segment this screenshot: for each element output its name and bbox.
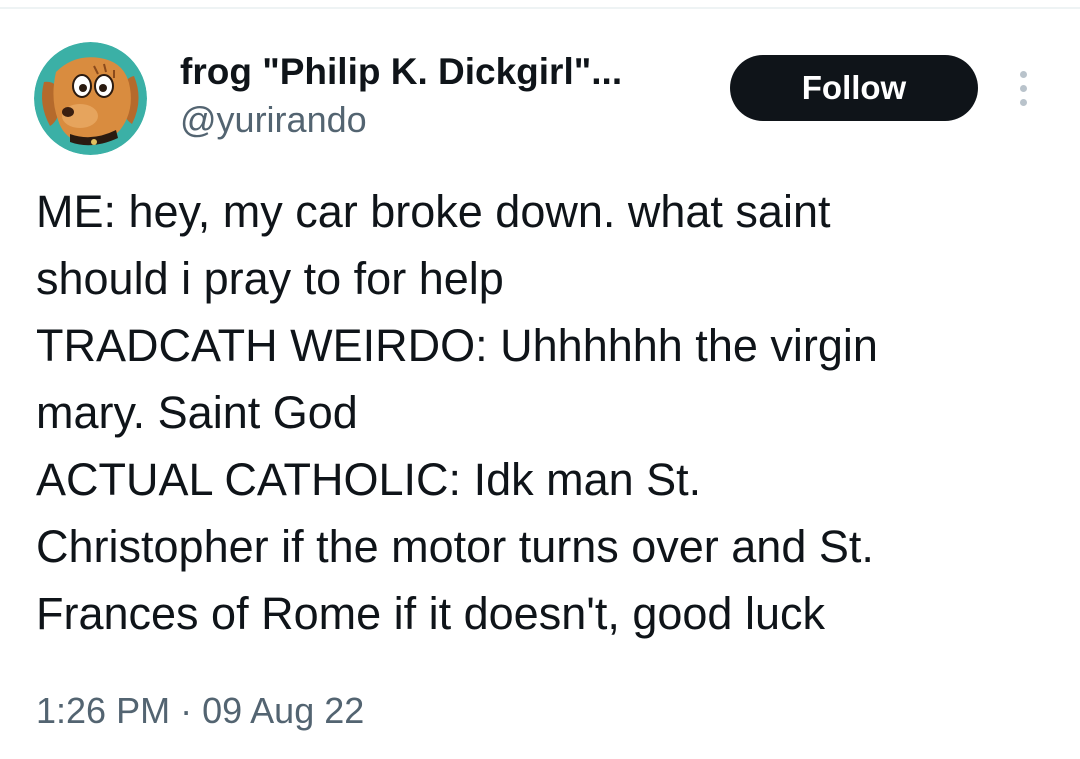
tweet-time: 1:26 PM bbox=[36, 690, 171, 731]
tweet-text-line: mary. Saint God bbox=[36, 387, 358, 438]
tweet-text-line: Frances of Rome if it doesn't, good luck bbox=[36, 588, 825, 639]
tweet-text-line: ACTUAL CATHOLIC: Idk man St. bbox=[36, 454, 702, 505]
follow-button[interactable]: Follow bbox=[730, 55, 978, 121]
vertical-ellipsis-icon bbox=[1019, 70, 1027, 106]
tweet-text-line: should i pray to for help bbox=[36, 253, 504, 304]
more-options-button[interactable] bbox=[1008, 64, 1038, 112]
top-divider bbox=[0, 7, 1080, 9]
author-display-name[interactable]: frog "Philip K. Dickgirl"... bbox=[180, 48, 622, 96]
cartoon-dog-avatar-icon bbox=[34, 42, 147, 155]
author-handle[interactable]: @yurirando bbox=[180, 97, 367, 143]
tweet-text-line: Christopher if the motor turns over and … bbox=[36, 521, 874, 572]
timestamp-separator: · bbox=[180, 690, 193, 731]
author-avatar[interactable] bbox=[34, 42, 147, 155]
tweet-text: ME: hey, my car broke down. what saint s… bbox=[36, 178, 1056, 647]
tweet-date: 09 Aug 22 bbox=[202, 690, 365, 731]
tweet-text-line: TRADCATH WEIRDO: Uhhhhhh the virgin bbox=[36, 320, 878, 371]
tweet-timestamp[interactable]: 1:26 PM · 09 Aug 22 bbox=[36, 688, 364, 734]
tweet-text-line: ME: hey, my car broke down. what saint bbox=[36, 186, 831, 237]
